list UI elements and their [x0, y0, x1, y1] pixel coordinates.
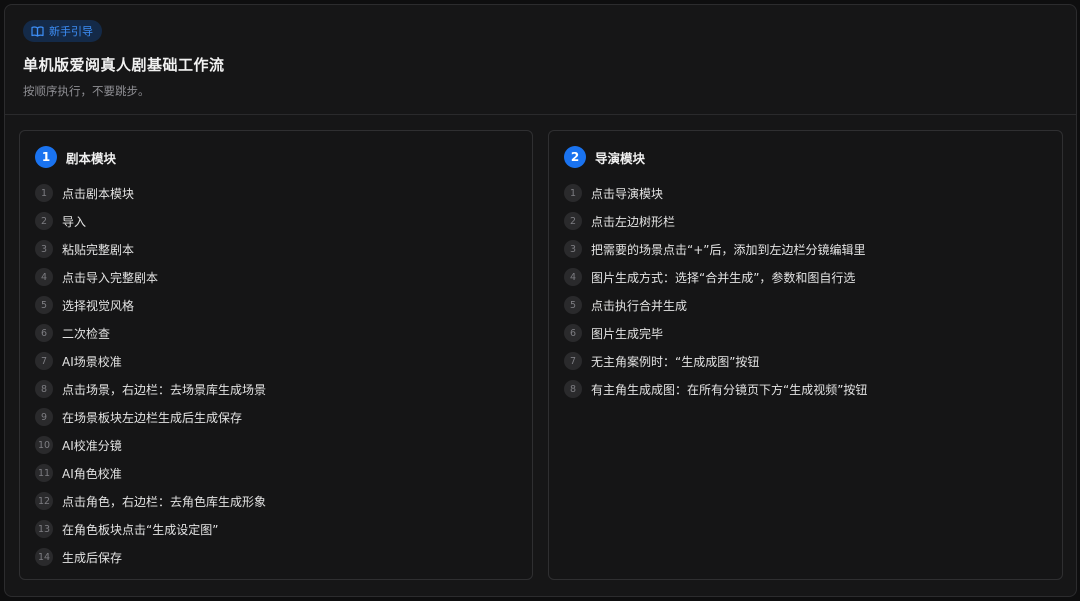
- step-item: 9 在场景板块左边栏生成后生成保存: [35, 403, 522, 431]
- step-item: 12 点击角色，右边栏：去角色库生成形象: [35, 487, 522, 515]
- step-item: 2 点击左边树形栏: [564, 207, 1052, 235]
- step-text: 点击执行合并生成: [591, 298, 688, 313]
- step-number: 3: [564, 240, 582, 258]
- step-text: 点击场景，右边栏：去场景库生成场景: [62, 382, 267, 397]
- step-text: 有主角生成成图：在所有分镜页下方“生成视频”按钮: [591, 382, 868, 397]
- step-text: 生成后保存: [62, 550, 123, 565]
- script-module-card: 1 剧本模块 1 点击剧本模块 2 导入 3 粘贴完整剧本 4 点击导入完整剧本 5 选择视觉风格…: [19, 130, 533, 580]
- step-list: 1 点击导演模块 2 点击左边树形栏 3 把需要的场景点击“+”后，添加到左边栏分镜编辑里…: [564, 179, 1052, 403]
- step-number: 4: [35, 268, 53, 286]
- step-item: 7 AI场景校准: [35, 347, 522, 375]
- step-number: 7: [35, 352, 53, 370]
- step-text: 点击导演模块: [591, 186, 664, 201]
- step-item: 1 点击导演模块: [564, 179, 1052, 207]
- step-text: 点击左边树形栏: [591, 214, 676, 229]
- step-number: 2: [35, 212, 53, 230]
- step-text: 二次检查: [62, 326, 111, 341]
- step-number: 6: [35, 324, 53, 342]
- step-text: AI校准分镜: [62, 438, 122, 453]
- step-item: 7 无主角案例时：“生成成图”按钮: [564, 347, 1052, 375]
- step-number: 12: [35, 492, 53, 510]
- step-text: 点击导入完整剧本: [62, 270, 159, 285]
- step-item: 8 点击场景，右边栏：去场景库生成场景: [35, 375, 522, 403]
- step-item: 4 点击导入完整剧本: [35, 263, 522, 291]
- step-number: 5: [35, 296, 53, 314]
- step-number: 3: [35, 240, 53, 258]
- card-header: 1 剧本模块: [35, 146, 116, 168]
- step-item: 14 生成后保存: [35, 543, 522, 571]
- step-text: 图片生成完毕: [591, 326, 664, 341]
- module-title: 导演模块: [595, 150, 646, 166]
- beginner-guide-tag: 新手引导: [23, 20, 102, 42]
- step-text: 无主角案例时：“生成成图”按钮: [591, 354, 760, 369]
- step-item: 10 AI校准分镜: [35, 431, 522, 459]
- step-number: 10: [35, 436, 53, 454]
- step-number: 6: [564, 324, 582, 342]
- step-number: 9: [35, 408, 53, 426]
- guide-header: 新手引导 单机版爱阅真人剧基础工作流 按顺序执行，不要跳步。: [5, 5, 1076, 115]
- module-number-badge: 1: [35, 146, 57, 168]
- step-text: 点击剧本模块: [62, 186, 135, 201]
- step-text: 把需要的场景点击“+”后，添加到左边栏分镜编辑里: [591, 242, 866, 257]
- step-number: 13: [35, 520, 53, 538]
- step-item: 6 图片生成完毕: [564, 319, 1052, 347]
- step-text: 在场景板块左边栏生成后生成保存: [62, 410, 243, 425]
- step-text: 图片生成方式：选择“合并生成”，参数和图自行选: [591, 270, 856, 285]
- step-number: 2: [564, 212, 582, 230]
- step-text: AI角色校准: [62, 466, 122, 481]
- director-module-card: 2 导演模块 1 点击导演模块 2 点击左边树形栏 3 把需要的场景点击“+”后，添加到左…: [548, 130, 1063, 580]
- step-number: 4: [564, 268, 582, 286]
- step-number: 1: [564, 184, 582, 202]
- step-item: 3 粘贴完整剧本: [35, 235, 522, 263]
- module-title: 剧本模块: [66, 150, 117, 166]
- step-number: 7: [564, 352, 582, 370]
- step-text: 导入: [62, 214, 87, 229]
- step-item: 13 在角色板块点击“生成设定图”: [35, 515, 522, 543]
- step-item: 8 有主角生成成图：在所有分镜页下方“生成视频”按钮: [564, 375, 1052, 403]
- page-subtitle: 按顺序执行，不要跳步。: [23, 84, 150, 98]
- step-item: 2 导入: [35, 207, 522, 235]
- step-list: 1 点击剧本模块 2 导入 3 粘贴完整剧本 4 点击导入完整剧本 5 选择视觉风格 6 二次检查 7 A…: [35, 179, 522, 571]
- step-text: 在角色板块点击“生成设定图”: [62, 522, 219, 537]
- step-item: 5 选择视觉风格: [35, 291, 522, 319]
- step-number: 5: [564, 296, 582, 314]
- step-item: 4 图片生成方式：选择“合并生成”，参数和图自行选: [564, 263, 1052, 291]
- step-text: 选择视觉风格: [62, 298, 135, 313]
- step-text: 点击角色，右边栏：去角色库生成形象: [62, 494, 267, 509]
- book-icon: [31, 25, 44, 37]
- step-item: 1 点击剧本模块: [35, 179, 522, 207]
- step-number: 11: [35, 464, 53, 482]
- step-number: 8: [35, 380, 53, 398]
- step-item: 3 把需要的场景点击“+”后，添加到左边栏分镜编辑里: [564, 235, 1052, 263]
- card-header: 2 导演模块: [564, 146, 645, 168]
- guide-tag-label: 新手引导: [49, 25, 93, 38]
- step-item: 6 二次检查: [35, 319, 522, 347]
- step-text: 粘贴完整剧本: [62, 242, 135, 257]
- step-item: 11 AI角色校准: [35, 459, 522, 487]
- step-number: 8: [564, 380, 582, 398]
- step-item: 5 点击执行合并生成: [564, 291, 1052, 319]
- step-text: AI场景校准: [62, 354, 122, 369]
- workflow-guide-panel: 新手引导 单机版爱阅真人剧基础工作流 按顺序执行，不要跳步。 1 剧本模块 1点…: [4, 4, 1077, 597]
- module-number-badge: 2: [564, 146, 586, 168]
- step-number: 1: [35, 184, 53, 202]
- page-title: 单机版爱阅真人剧基础工作流: [23, 56, 225, 74]
- step-number: 14: [35, 548, 53, 566]
